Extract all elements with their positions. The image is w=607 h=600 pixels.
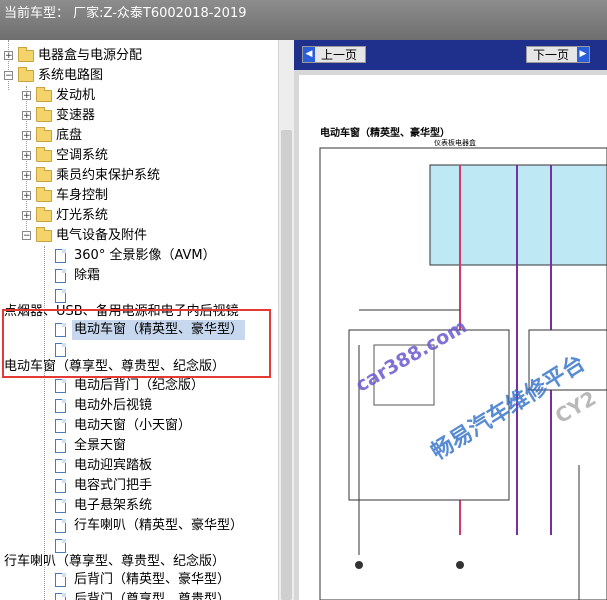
- folder-icon: [36, 167, 52, 182]
- document-icon: [55, 539, 66, 553]
- document-icon: [55, 459, 66, 473]
- folder-icon: [18, 47, 34, 62]
- collapse-icon[interactable]: −: [22, 231, 31, 241]
- title-bar: 当前车型： 厂家:Z-众泰T6002018-2019: [0, 0, 607, 40]
- window-title: 当前车型： 厂家:Z-众泰T6002018-2019: [4, 6, 247, 21]
- folder-open-icon: [36, 227, 52, 242]
- document-icon: [55, 399, 66, 413]
- expand-icon[interactable]: +: [22, 91, 31, 101]
- folder-icon: [36, 207, 52, 222]
- viewer-toolbar: ◀ 上一页 下一页 ▶: [294, 40, 607, 70]
- tree-guide-line: [44, 246, 45, 600]
- expand-icon[interactable]: +: [22, 111, 31, 121]
- document-icon: [55, 439, 66, 453]
- expand-icon[interactable]: +: [22, 131, 31, 141]
- document-icon: [55, 289, 66, 303]
- document-viewer: ◀ 上一页 下一页 ▶ 电动车窗（精英型、豪华型） 仪表板电器盒 car388.…: [294, 40, 607, 600]
- highlight-box: [2, 309, 271, 378]
- document-icon: [55, 269, 66, 283]
- folder-icon: [36, 147, 52, 162]
- expand-icon[interactable]: +: [4, 51, 13, 61]
- document-icon: [55, 419, 66, 433]
- folder-icon: [36, 87, 52, 102]
- folder-open-icon: [18, 67, 34, 82]
- document-icon: [55, 499, 66, 513]
- document-icon: [55, 249, 66, 263]
- collapse-icon[interactable]: −: [4, 71, 13, 81]
- next-page-button[interactable]: 下一页 ▶: [526, 46, 590, 63]
- expand-icon[interactable]: +: [22, 211, 31, 221]
- folder-icon: [36, 187, 52, 202]
- document-icon: [55, 379, 66, 393]
- folder-icon: [36, 127, 52, 142]
- prev-page-button[interactable]: ◀ 上一页: [302, 46, 366, 63]
- tree-scrollbar[interactable]: [278, 40, 295, 600]
- arrow-right-icon: ▶: [577, 47, 589, 62]
- document-icon: [55, 573, 66, 587]
- folder-icon: [36, 107, 52, 122]
- expand-icon[interactable]: +: [22, 191, 31, 201]
- document-icon: [55, 593, 66, 600]
- diagram-page: 电动车窗（精英型、豪华型） 仪表板电器盒 car388.com 畅易汽车维修平台…: [299, 75, 607, 600]
- document-icon: [55, 479, 66, 493]
- document-icon: [55, 519, 66, 533]
- scrollbar-thumb[interactable]: [281, 130, 292, 600]
- overflow-label: 行车喇叭（尊享型、尊贵型、纪念版）: [4, 554, 226, 569]
- arrow-left-icon: ◀: [303, 47, 315, 62]
- tree-guide-line: [8, 40, 9, 90]
- fuse-box-label: 仪表板电器盒: [434, 139, 476, 147]
- expand-icon[interactable]: +: [22, 151, 31, 161]
- expand-icon[interactable]: +: [22, 171, 31, 181]
